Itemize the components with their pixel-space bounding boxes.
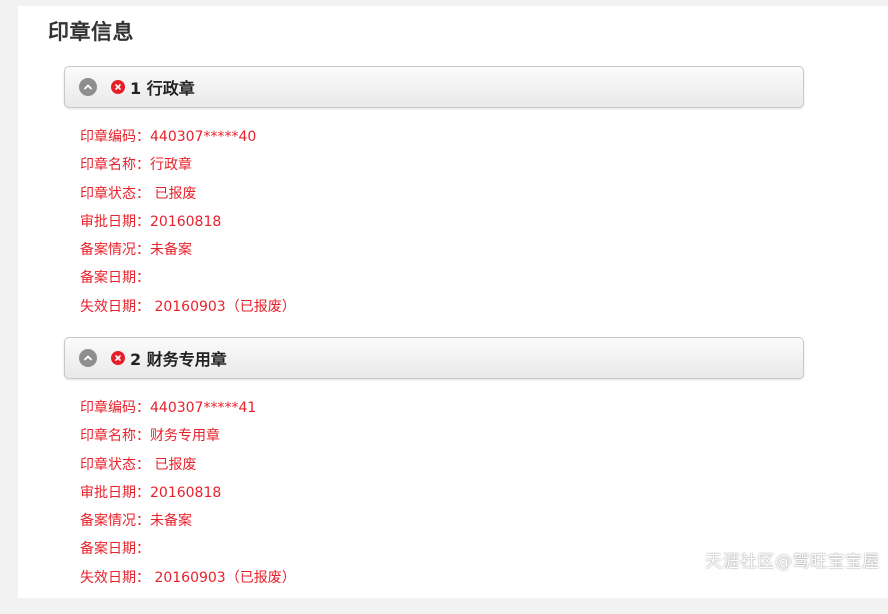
- seal-title: 2 财务专用章: [130, 350, 227, 369]
- chevron-up-circle-icon[interactable]: [79, 349, 97, 367]
- seal-details-2: 印章编码：440307*****41 印章名称：财务专用章 印章状态： 已报废 …: [80, 394, 296, 592]
- seal-info-panel: 印章信息 1 行政章 印章编码：440307*****40 印章名称：行政章 印…: [18, 6, 888, 598]
- seal-field-approval-date: 审批日期：20160818: [80, 484, 222, 501]
- seal-field-code: 印章编码：440307*****41: [80, 400, 257, 416]
- seal-field-filing-status: 备案情况：未备案: [80, 513, 192, 530]
- close-circle-icon: [111, 351, 125, 365]
- seal-field-filing-date: 备案日期：: [80, 541, 150, 558]
- watermark: 天涯社区@驾旺宝宝屋: [705, 552, 880, 572]
- seal-field-name: 印章名称：财务专用章: [80, 428, 220, 445]
- seal-field-expiry-date: 失效日期： 20160903（已报废）: [80, 298, 296, 315]
- seal-header-1[interactable]: 1 行政章: [64, 66, 804, 108]
- seal-field-filing-date: 备案日期：: [80, 270, 150, 287]
- seal-field-status: 印章状态： 已报废: [80, 456, 197, 473]
- close-circle-icon: [111, 80, 125, 94]
- seal-field-name: 印章名称：行政章: [80, 157, 192, 174]
- seal-field-code: 印章编码：440307*****40: [80, 129, 257, 145]
- chevron-up-circle-icon[interactable]: [79, 78, 97, 96]
- seal-field-filing-status: 备案情况：未备案: [80, 242, 192, 259]
- page: 印章信息 1 行政章 印章编码：440307*****40 印章名称：行政章 印…: [0, 0, 888, 614]
- page-title: 印章信息: [48, 20, 134, 44]
- seal-field-approval-date: 审批日期：20160818: [80, 213, 222, 230]
- seal-field-status: 印章状态： 已报废: [80, 185, 197, 202]
- seal-title: 1 行政章: [130, 79, 195, 98]
- seal-details-1: 印章编码：440307*****40 印章名称：行政章 印章状态： 已报废 审批…: [80, 123, 296, 321]
- seal-field-expiry-date: 失效日期： 20160903（已报废）: [80, 569, 296, 586]
- seal-header-2[interactable]: 2 财务专用章: [64, 337, 804, 379]
